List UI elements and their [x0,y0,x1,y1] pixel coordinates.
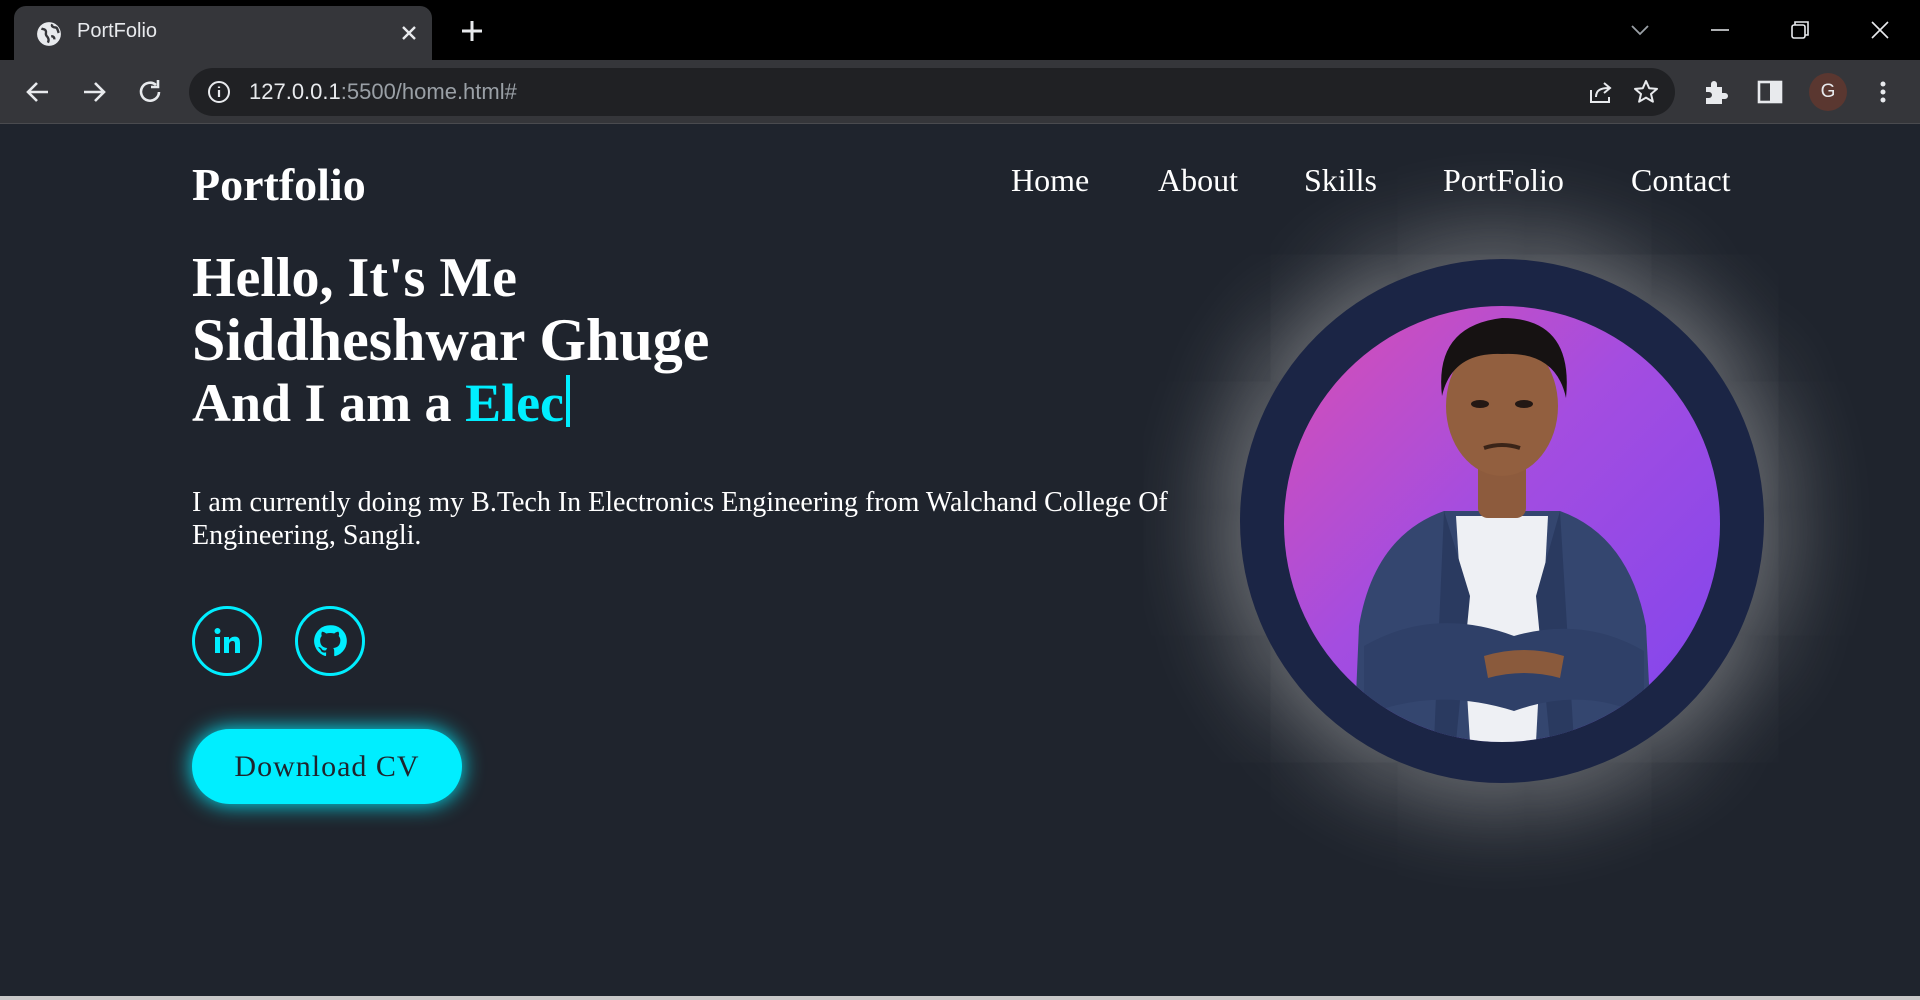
download-cv-button[interactable]: Download CV [192,729,462,804]
reload-icon[interactable] [132,74,168,110]
person-illustration [1354,318,1652,742]
tab-title: PortFolio [77,20,158,42]
address-bar[interactable]: 127.0.0.1:5500/home.html# [189,68,1675,116]
hero-greeting: Hello, It's Me [192,247,518,309]
share-icon[interactable] [1587,78,1615,106]
close-window-icon[interactable] [1860,10,1900,50]
github-link[interactable] [295,606,365,676]
site-info-icon[interactable] [207,80,231,104]
hero-role-prefix: And I am a [192,373,466,433]
browser-toolbar: 127.0.0.1:5500/home.html# G [0,60,1920,124]
linkedin-link[interactable] [192,606,262,676]
nav-link-skills[interactable]: Skills [1304,162,1377,199]
restore-icon[interactable] [1780,10,1820,50]
typed-role-text: Elec [465,373,565,433]
profile-photo-frame [1240,259,1764,783]
close-tab-icon[interactable] [394,18,424,48]
bookmark-star-icon[interactable] [1632,78,1660,106]
extensions-puzzle-icon[interactable] [1698,75,1732,109]
nav-link-about[interactable]: About [1158,162,1238,199]
menu-kebab-icon[interactable] [1866,75,1900,109]
new-tab-icon[interactable] [455,14,489,48]
github-icon [314,625,347,657]
tab-search-chevron-icon[interactable] [1620,10,1660,50]
tab-strip: PortFolio [0,0,1920,60]
url-text[interactable]: 127.0.0.1:5500/home.html# [249,79,517,105]
hero-description: I am currently doing my B.Tech In Electr… [192,487,1168,551]
window-bottom-border [0,996,1920,1000]
nav-link-contact[interactable]: Contact [1631,162,1731,199]
globe-icon [37,22,61,46]
back-arrow-icon[interactable] [20,74,56,110]
side-panel-icon[interactable] [1753,75,1787,109]
minimize-icon[interactable] [1700,10,1740,50]
nav-link-home[interactable]: Home [1011,162,1089,199]
browser-tab[interactable]: PortFolio [14,6,432,60]
linkedin-icon [214,628,240,653]
site-logo[interactable]: Portfolio [192,158,366,211]
forward-arrow-icon[interactable] [76,74,112,110]
typing-cursor [566,375,571,427]
hero-role-line: And I am a Elec [192,372,571,434]
nav-link-portfolio[interactable]: PortFolio [1443,162,1564,199]
profile-avatar[interactable]: G [1809,73,1847,111]
profile-photo [1284,306,1720,742]
hero-name: Siddheshwar Ghuge [192,307,710,373]
